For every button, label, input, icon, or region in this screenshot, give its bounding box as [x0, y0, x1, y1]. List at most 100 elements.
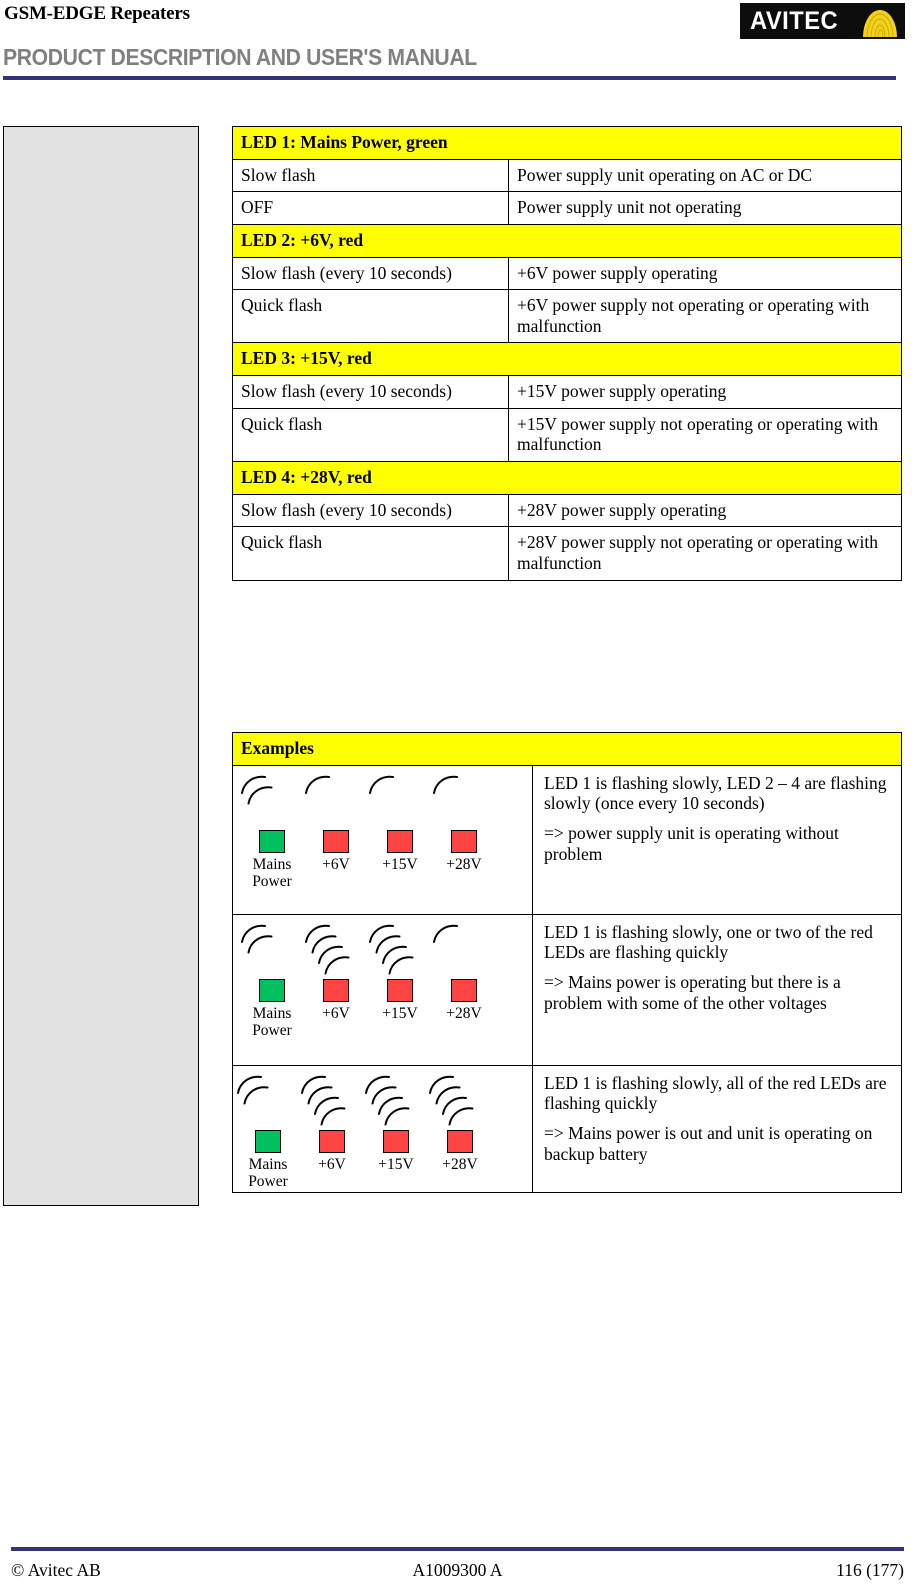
document-kicker: GSM-EDGE Repeaters [4, 3, 190, 24]
led-section-heading-row: LED 1: Mains Power, green [232, 126, 902, 160]
led-flash-indicator [427, 921, 501, 979]
footer-document-number: A1009300 A [412, 1560, 503, 1580]
led-label: Mains Power [248, 1155, 288, 1190]
example-led-diagram-cell: Mains Power +6V +15V +28V [232, 913, 533, 1066]
led-indicator: +6V [299, 772, 373, 873]
left-margin-panel [3, 126, 199, 1206]
led-meaning-cell: +6V power supply operating [508, 256, 902, 291]
table-row: OFF Power supply unit not operating [232, 191, 902, 225]
led-section-heading-row: LED 3: +15V, red [232, 342, 902, 377]
led-flash-indicator [235, 921, 309, 979]
table-row: Slow flash (every 10 seconds) +28V power … [232, 493, 902, 528]
example-description-cell: LED 1 is flashing slowly, LED 2 – 4 are … [532, 764, 902, 915]
led-label: +15V [382, 1004, 418, 1022]
led-label: Mains Power [252, 1004, 292, 1039]
example-led-diagram-cell: Mains Power +6V +15V +28V [232, 1064, 533, 1193]
page-header: GSM-EDGE Repeaters PRODUCT DESCRIPTION A… [0, 0, 917, 82]
led-status-table: LED 1: Mains Power, green Slow flash Power… [232, 126, 902, 581]
table-row: Slow flash (every 10 seconds) +6V power s… [232, 256, 902, 291]
led-meaning-cell: Power supply unit operating on AC or DC [508, 158, 902, 193]
led-flash-indicator [427, 772, 501, 830]
led-state-cell: Slow flash (every 10 seconds) [232, 493, 509, 528]
led-meaning-cell: +28V power supply not operating or opera… [508, 526, 902, 581]
led-flash-indicator [363, 772, 437, 830]
led-section-heading: LED 2: +6V, red [232, 223, 902, 258]
led-lamp-green [255, 1129, 281, 1153]
led-state-cell: Quick flash [232, 289, 509, 344]
led-label: +15V [378, 1155, 414, 1173]
led-indicator: +6V [299, 921, 373, 1022]
led-lamp-green [259, 829, 285, 853]
led-lamp-red [451, 978, 477, 1002]
led-flash-indicator [231, 1072, 305, 1130]
led-state-cell: Quick flash [232, 526, 509, 581]
led-flash-indicator [299, 772, 373, 830]
avitec-logo: AVITEC [740, 3, 905, 39]
flash-arcs-icon [305, 775, 330, 794]
flash-arcs-icon [365, 1075, 410, 1126]
led-state-cell: Slow flash (every 10 seconds) [232, 256, 509, 291]
led-state-cell: Slow flash [232, 158, 509, 193]
flash-arcs-icon [433, 924, 458, 943]
led-flash-indicator [363, 921, 437, 979]
led-section-heading: LED 4: +28V, red [232, 461, 902, 495]
flash-arcs-icon [301, 1075, 346, 1126]
table-row: Quick flash +15V power supply not operati… [232, 407, 902, 463]
example-description-cell: LED 1 is flashing slowly, one or two of … [532, 913, 902, 1066]
led-section-heading-row: LED 2: +6V, red [232, 223, 902, 258]
led-label: +6V [322, 1004, 350, 1022]
led-state-cell: OFF [232, 191, 509, 225]
example-description-line-2: => Mains power is out and unit is operat… [544, 1122, 873, 1164]
led-label: +28V [446, 855, 482, 873]
led-indicator: +15V [363, 921, 437, 1022]
footer-copyright: © Avitec AB [11, 1560, 101, 1580]
led-flash-indicator [359, 1072, 433, 1130]
led-lamp-red [383, 1129, 409, 1153]
examples-heading-row: Examples [232, 732, 902, 766]
table-row: Slow flash Power supply unit operating on… [232, 158, 902, 193]
example-description-line-1: LED 1 is flashing slowly, LED 2 – 4 are … [544, 772, 887, 814]
led-lamp-red [451, 829, 477, 853]
led-section-heading: LED 1: Mains Power, green [232, 126, 902, 160]
table-row: Quick flash +6V power supply not operatin… [232, 289, 902, 344]
led-indicator: +28V [427, 921, 501, 1022]
led-lamp-red [323, 978, 349, 1002]
led-meaning-cell: Power supply unit not operating [508, 191, 902, 225]
table-row: Quick flash +28V power supply not operati… [232, 526, 902, 581]
example-description-line-1: LED 1 is flashing slowly, one or two of … [544, 921, 873, 963]
led-state-cell: Slow flash (every 10 seconds) [232, 375, 509, 409]
led-lamp-red [447, 1129, 473, 1153]
avitec-arc-logo-icon [863, 10, 897, 37]
footer-rule-divider [11, 1547, 904, 1551]
led-state-cell: Quick flash [232, 407, 509, 463]
led-diagram: Mains Power +6V +15V +28V [233, 915, 533, 1065]
example-description-cell: LED 1 is flashing slowly, all of the red… [532, 1064, 902, 1193]
led-lamp-red [387, 829, 413, 853]
flash-arcs-icon [305, 924, 350, 975]
led-indicator: +28V [427, 772, 501, 873]
led-indicator: +28V [423, 1072, 497, 1173]
led-lamp-red [319, 1129, 345, 1153]
document-title: PRODUCT DESCRIPTION AND USER'S MANUAL [3, 44, 477, 70]
led-indicator: Mains Power [235, 772, 309, 891]
example-description-line-1: LED 1 is flashing slowly, all of the red… [544, 1072, 887, 1114]
flash-arcs-icon [241, 924, 273, 954]
table-row: Slow flash (every 10 seconds) +15V power … [232, 375, 902, 409]
led-label: +28V [446, 1004, 482, 1022]
example-row: Mains Power +6V +15V +28V LED 1 is flashing s… [232, 764, 902, 915]
example-row: Mains Power +6V +15V +28V LED 1 is flashing s… [232, 1064, 902, 1193]
led-label: +6V [318, 1155, 346, 1173]
examples-table: Examples Mains Power +6V +15V +28V LED 1 is fl… [232, 732, 902, 1193]
led-flash-indicator [295, 1072, 369, 1130]
header-rule-divider [3, 76, 896, 80]
flash-arcs-icon [237, 1075, 269, 1105]
led-diagram: Mains Power +6V +15V +28V [233, 1066, 533, 1192]
flash-arcs-icon [429, 1075, 474, 1126]
led-meaning-cell: +15V power supply not operating or opera… [508, 407, 902, 463]
example-description-line-2: => power supply unit is operating withou… [544, 822, 839, 864]
led-label: Mains Power [252, 855, 292, 890]
led-indicator: +15V [359, 1072, 433, 1173]
page-footer: A1009300 A © Avitec AB 116 (177) [11, 1560, 904, 1586]
led-indicator: Mains Power [231, 1072, 305, 1191]
example-led-diagram-cell: Mains Power +6V +15V +28V [232, 764, 533, 915]
